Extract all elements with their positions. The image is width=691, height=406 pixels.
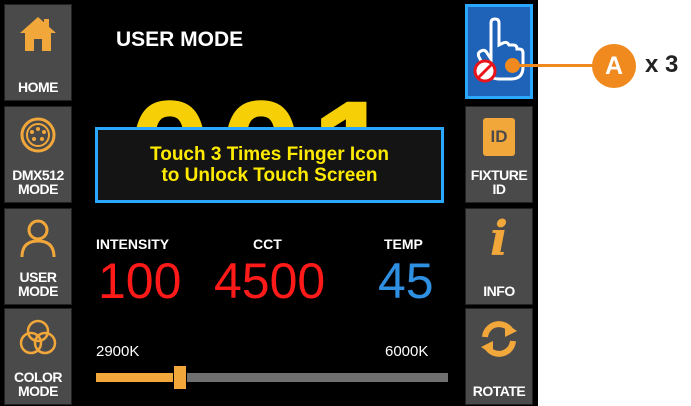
lock-notice: Touch 3 Times Finger Icon to Unlock Touc… [95,127,444,203]
user-number-display: 001 [100,48,440,128]
rotate-label: ROTATE [472,383,526,399]
fixture-id-label: FIXTURE ID [470,167,528,197]
temp-value[interactable]: 45 [378,256,434,306]
intensity-value[interactable]: 100 [98,256,181,306]
callout-leader-line [512,64,598,67]
finger-lock-icon [469,15,529,85]
callout-badge: A [592,44,636,88]
id-icon: ID [477,115,521,159]
callout-text: x 3 [645,51,679,78]
home-button[interactable]: HOME [4,4,72,101]
cct-value[interactable]: 4500 [214,256,325,306]
slider-max-label: 6000K [385,343,429,360]
finger-lock-button[interactable] [465,4,533,99]
home-label: HOME [18,79,59,95]
slider-min-label: 2900K [96,343,140,360]
info-icon: i [477,211,521,267]
fixture-id-button[interactable]: ID FIXTURE ID [465,106,533,203]
user-mode-button[interactable]: USER MODE [4,208,72,305]
intensity-label: INTENSITY [96,236,170,252]
id-badge: ID [483,118,515,156]
lock-notice-line2: to Unlock Touch Screen [161,165,378,186]
touch-screen: HOME DMX512 MODE USER MODE COLOR MODE US… [0,0,538,406]
user-number: 001 [128,78,402,128]
home-icon [16,13,60,57]
user-mode-label: USER MODE [18,269,59,299]
cct-slider-fill [96,373,180,382]
temp-label: TEMP [384,236,423,252]
cct-label: CCT [253,236,282,252]
info-glyph: i [489,211,509,267]
dmx512-mode-button[interactable]: DMX512 MODE [4,106,72,203]
color-circles-icon [16,317,60,361]
info-label: INFO [483,283,515,299]
rotate-button[interactable]: ROTATE [465,308,533,405]
dmx512-mode-label: DMX512 MODE [12,167,64,197]
cct-slider[interactable] [96,365,448,390]
rotate-icon [477,317,521,361]
info-button[interactable]: i INFO [465,208,533,305]
user-icon [16,217,60,261]
color-mode-button[interactable]: COLOR MODE [4,308,72,405]
cct-slider-thumb[interactable] [173,365,187,390]
color-mode-label: COLOR MODE [13,369,63,399]
lock-notice-line1: Touch 3 Times Finger Icon [150,144,389,165]
dmx-connector-icon [16,115,60,159]
